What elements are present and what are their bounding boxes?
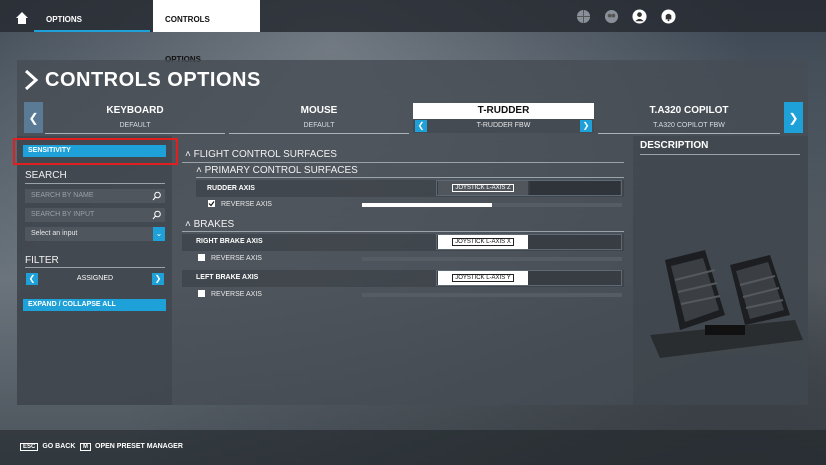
right-brake-axis-label: RIGHT BRAKE AXIS	[196, 238, 263, 245]
home-icon[interactable]	[14, 10, 30, 26]
search-by-name-placeholder: SEARCH BY NAME	[31, 192, 94, 199]
search-by-name-input[interactable]: SEARCH BY NAME	[25, 189, 165, 203]
preset-next-button[interactable]: ❯	[580, 120, 592, 132]
profile-icon[interactable]	[632, 9, 647, 24]
rudder-binding-secondary[interactable]	[530, 181, 620, 195]
subgroup-title: PRIMARY CONTROL SURFACES	[204, 165, 358, 176]
title-row: CONTROLS OPTIONS	[23, 64, 261, 96]
filter-value: ASSIGNED	[76, 275, 114, 282]
checkbox-checked-icon	[208, 199, 215, 207]
group-title: BRAKES	[193, 219, 235, 230]
filter-selector: ASSIGNED ❮ ❯	[25, 272, 165, 286]
search-icon	[152, 191, 161, 201]
friends-icon[interactable]	[604, 9, 619, 24]
rudder-pedals-image	[650, 250, 803, 358]
caret-up-icon: ˄	[185, 149, 191, 160]
select-input-value: Select an input	[31, 230, 78, 237]
description-title: DESCRIPTION	[640, 140, 709, 151]
device-next-button[interactable]: ❯	[784, 102, 803, 133]
esc-key-icon: ESC	[20, 443, 39, 451]
go-back-button[interactable]: ESC GO BACK	[20, 443, 75, 451]
device-preset: DEFAULT	[303, 122, 335, 129]
search-title: SEARCH	[25, 170, 67, 181]
rudder-reverse-axis-checkbox[interactable]: REVERSE AXIS	[208, 199, 272, 210]
expand-collapse-all-button[interactable]: EXPAND / COLLAPSE ALL	[23, 299, 166, 311]
select-input-dropdown[interactable]: Select an input ⌄	[25, 227, 165, 241]
slider-fill	[362, 203, 492, 207]
caret-up-icon: ˄	[196, 165, 202, 176]
rudder-axis-label: RUDDER AXIS	[207, 185, 255, 192]
device-prev-button[interactable]: ❮	[24, 102, 43, 133]
notification-bell-icon[interactable]	[661, 9, 676, 24]
search-by-input-placeholder: SEARCH BY INPUT	[31, 211, 95, 218]
device-tab-a320-copilot[interactable]: T.A320 COPILOT T.A320 COPILOT FBW	[598, 103, 780, 134]
tab-options[interactable]: OPTIONS	[34, 0, 150, 32]
left-brake-axis-label: LEFT BRAKE AXIS	[196, 274, 259, 281]
chevron-right-icon	[24, 69, 39, 91]
device-name: T.A320 COPILOT	[649, 105, 729, 116]
left-brake-reverse-axis-checkbox[interactable]: REVERSE AXIS	[198, 289, 262, 300]
preset-selector: ❮ T-RUDDER FBW ❯	[413, 119, 594, 133]
chevron-left-icon: ❮	[28, 110, 39, 125]
filter-title: FILTER	[25, 255, 59, 266]
tab-controls-options[interactable]: CONTROLS OPTIONS	[153, 0, 260, 64]
subgroup-primary-control-surfaces[interactable]: ˄ PRIMARY CONTROL SURFACES	[196, 165, 358, 176]
search-by-input-input[interactable]: SEARCH BY INPUT	[25, 208, 165, 222]
left-brake-slider[interactable]	[362, 293, 622, 297]
right-brake-binding[interactable]: JOYSTICK L-AXIS X	[438, 235, 528, 249]
device-preset: T-RUDDER FBW	[476, 122, 531, 129]
chevron-right-icon: ❯	[788, 110, 799, 125]
device-name: MOUSE	[300, 105, 338, 116]
device-tab-mouse[interactable]: MOUSE DEFAULT	[229, 103, 409, 134]
rudder-binding[interactable]: JOYSTICK L-AXIS Z	[438, 181, 528, 195]
device-name: KEYBOARD	[106, 105, 164, 116]
filter-next-button[interactable]: ❯	[152, 273, 164, 285]
m-key-icon: M	[80, 443, 91, 451]
right-brake-slider[interactable]	[362, 257, 622, 261]
search-icon	[152, 210, 161, 220]
rudder-sensitivity-slider[interactable]	[362, 203, 622, 207]
chevron-down-icon: ⌄	[153, 227, 165, 241]
right-brake-reverse-axis-checkbox[interactable]: REVERSE AXIS	[198, 253, 262, 264]
filter-prev-button[interactable]: ❮	[26, 273, 38, 285]
group-title: FLIGHT CONTROL SURFACES	[193, 149, 337, 160]
device-preset: DEFAULT	[119, 122, 151, 129]
device-preset: T.A320 COPILOT FBW	[653, 122, 725, 129]
globe-icon[interactable]	[576, 9, 591, 24]
caret-up-icon: ˄	[185, 219, 191, 230]
sensitivity-button[interactable]: SENSITIVITY	[23, 145, 166, 157]
open-preset-manager-button[interactable]: M OPEN PRESET MANAGER	[80, 443, 183, 451]
left-brake-binding[interactable]: JOYSTICK L-AXIS Y	[438, 271, 528, 285]
page-title: CONTROLS OPTIONS	[45, 68, 261, 91]
top-nav-bar: OPTIONS CONTROLS OPTIONS	[0, 0, 826, 64]
device-tab-keyboard[interactable]: KEYBOARD DEFAULT	[45, 103, 225, 134]
checkbox-unchecked-icon	[198, 289, 205, 297]
group-flight-control-surfaces[interactable]: ˄ FLIGHT CONTROL SURFACES	[185, 149, 337, 160]
group-brakes[interactable]: ˄ BRAKES	[185, 219, 234, 230]
device-name: T-RUDDER	[477, 105, 530, 116]
preset-prev-button[interactable]: ❮	[415, 120, 427, 132]
device-tab-t-rudder[interactable]: T-RUDDER ❮ T-RUDDER FBW ❯	[413, 103, 594, 133]
checkbox-unchecked-icon	[198, 253, 205, 261]
